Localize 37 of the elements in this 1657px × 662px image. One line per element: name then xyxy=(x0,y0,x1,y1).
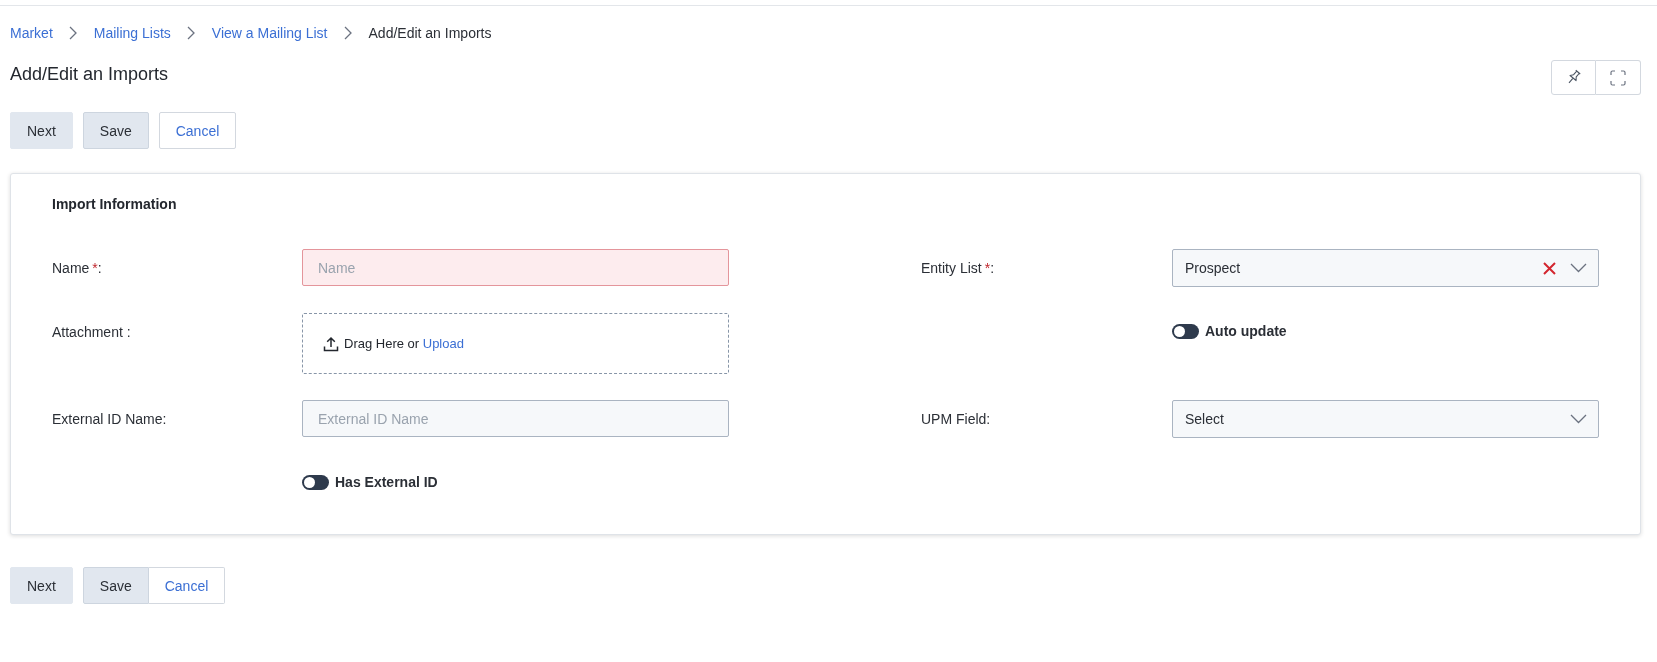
action-button[interactable]: Cancel xyxy=(148,567,226,604)
fullscreen-icon xyxy=(1610,69,1626,86)
upload-icon xyxy=(323,335,339,352)
field-label: Entity List *: xyxy=(921,259,995,278)
text-input[interactable]: External ID Name xyxy=(302,400,729,437)
field-label: Name *: xyxy=(52,259,102,278)
breadcrumb-link[interactable]: Market xyxy=(10,23,53,43)
chevron-down-icon xyxy=(1570,263,1587,273)
field-label: Attachment : xyxy=(52,323,131,342)
breadcrumb-link[interactable]: View a Mailing List xyxy=(211,23,328,43)
dropdown-select[interactable]: Select xyxy=(1172,400,1599,438)
file-dropzone[interactable]: Drag Here or Upload xyxy=(302,313,729,374)
toggle-label: Has External ID xyxy=(335,473,438,492)
toggle-switch[interactable] xyxy=(302,474,329,490)
breadcrumb-current-page: Add/Edit an Imports xyxy=(368,24,492,43)
toggle-switch[interactable] xyxy=(1172,323,1199,339)
chevron-right-icon xyxy=(343,26,352,40)
clear-icon[interactable] xyxy=(1543,261,1556,275)
action-button[interactable]: Next xyxy=(10,567,73,604)
pin-button[interactable] xyxy=(1551,60,1596,95)
chevron-down-icon xyxy=(1570,414,1587,424)
text-input[interactable]: Name xyxy=(302,249,729,286)
field-label: UPM Field: xyxy=(921,410,991,429)
action-button[interactable]: Cancel xyxy=(158,112,237,149)
breadcrumb-link[interactable]: Mailing Lists xyxy=(93,23,171,43)
section-title: Import Information xyxy=(52,195,177,214)
dropdown-select[interactable]: Prospect xyxy=(1172,249,1599,287)
action-button[interactable]: Save xyxy=(82,567,149,604)
upload-prompt: Drag Here or Upload xyxy=(344,334,464,353)
upload-link[interactable]: Upload xyxy=(422,335,464,351)
action-button[interactable]: Save xyxy=(82,112,149,149)
chevron-right-icon xyxy=(186,26,195,40)
chevron-right-icon xyxy=(68,26,77,40)
action-button[interactable]: Next xyxy=(10,112,73,149)
field-label: External ID Name: xyxy=(52,410,167,429)
toggle-label: Auto update xyxy=(1205,322,1287,341)
page-title: Add/Edit an Imports xyxy=(10,63,169,86)
